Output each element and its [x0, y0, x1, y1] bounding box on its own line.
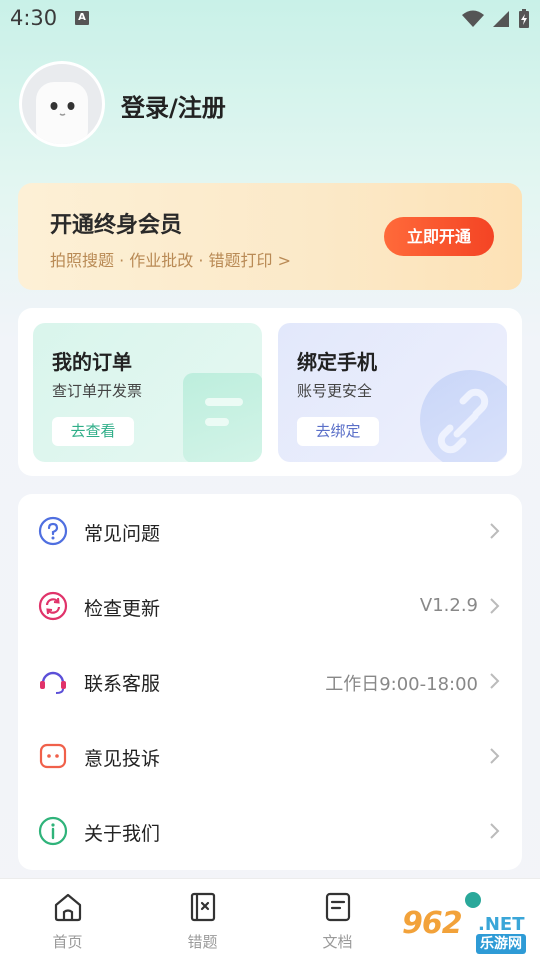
home-icon [54, 893, 81, 922]
site-watermark: 962 .NET 乐游网 [400, 890, 540, 960]
bind-phone-subtitle: 账号更安全 [297, 382, 373, 400]
mistakes-icon [190, 892, 215, 922]
login-register-link[interactable]: 登录/注册 [121, 88, 226, 123]
tab-home-label: 首页 [52, 933, 83, 951]
bind-phone-title: 绑定手机 [297, 350, 377, 374]
menu-label: 意见投诉 [84, 748, 161, 770]
battery-icon [519, 9, 529, 28]
document-icon [325, 892, 350, 922]
menu-item-customer-service[interactable]: 联系客服 工作日9:00-18:00 [18, 644, 522, 719]
tab-mistakes-label: 错题 [187, 933, 218, 951]
settings-menu: 常见问题 检查更新 V1.2.9 联系客服 工作日9:00-18:00 意见投诉… [18, 494, 522, 870]
bind-phone-card[interactable]: 绑定手机 账号更安全 去绑定 [278, 323, 507, 462]
vip-subtitle: 拍照搜题 · 作业批改 · 错题打印 > [50, 251, 292, 270]
chevron-right-icon [490, 523, 500, 539]
watermark-person-icon [465, 892, 481, 908]
open-vip-button[interactable]: 立即开通 [384, 217, 494, 256]
chevron-right-icon [490, 598, 500, 614]
menu-label: 常见问题 [84, 523, 161, 545]
my-orders-card[interactable]: 我的订单 查订单开发票 去查看 [33, 323, 262, 462]
info-icon [38, 816, 68, 846]
watermark-suffix: .NET [478, 914, 525, 935]
chat-icon [39, 743, 67, 769]
tab-mistakes[interactable]: 错题 [135, 879, 270, 960]
headset-icon [40, 671, 66, 694]
avatar-mascot-icon [36, 82, 88, 144]
my-orders-subtitle: 查订单开发票 [52, 382, 143, 400]
quick-cards: 我的订单 查订单开发票 去查看 绑定手机 账号更安全 去绑定 [18, 308, 522, 476]
vip-title: 开通终身会员 [50, 213, 183, 238]
menu-label: 联系客服 [84, 673, 161, 695]
chevron-right-icon [490, 673, 500, 689]
chevron-right-icon [490, 748, 500, 764]
watermark-site-name: 乐游网 [476, 934, 526, 954]
wifi-icon [462, 10, 484, 27]
view-orders-button[interactable]: 去查看 [52, 417, 134, 446]
notification-icon: A [75, 11, 89, 25]
my-orders-title: 我的订单 [52, 350, 132, 374]
menu-label: 关于我们 [84, 823, 161, 845]
refresh-icon [38, 591, 68, 621]
menu-item-feedback[interactable]: 意见投诉 [18, 719, 522, 794]
menu-item-check-update[interactable]: 检查更新 V1.2.9 [18, 569, 522, 644]
version-value: V1.2.9 [419, 595, 478, 616]
menu-label: 检查更新 [84, 598, 161, 620]
document-decoration-icon [183, 373, 262, 462]
tab-documents[interactable]: 文档 [270, 879, 405, 960]
link-decoration-icon [420, 370, 507, 462]
service-hours-value: 工作日9:00-18:00 [325, 674, 478, 695]
avatar[interactable] [19, 61, 105, 147]
status-icons [462, 9, 530, 29]
tab-documents-label: 文档 [322, 933, 353, 951]
watermark-number: 962 [402, 906, 463, 941]
vip-banner[interactable]: 开通终身会员 拍照搜题 · 作业批改 · 错题打印 > 立即开通 [18, 183, 522, 290]
question-icon [38, 516, 68, 546]
status-time: 4:30 [10, 6, 58, 30]
status-bar: 4:30 A [0, 0, 540, 40]
menu-item-faq[interactable]: 常见问题 [18, 494, 522, 569]
signal-icon [493, 11, 509, 27]
chevron-right-icon [490, 823, 500, 839]
bind-phone-button[interactable]: 去绑定 [297, 417, 379, 446]
menu-item-about[interactable]: 关于我们 [18, 794, 522, 869]
tab-home[interactable]: 首页 [0, 879, 135, 960]
